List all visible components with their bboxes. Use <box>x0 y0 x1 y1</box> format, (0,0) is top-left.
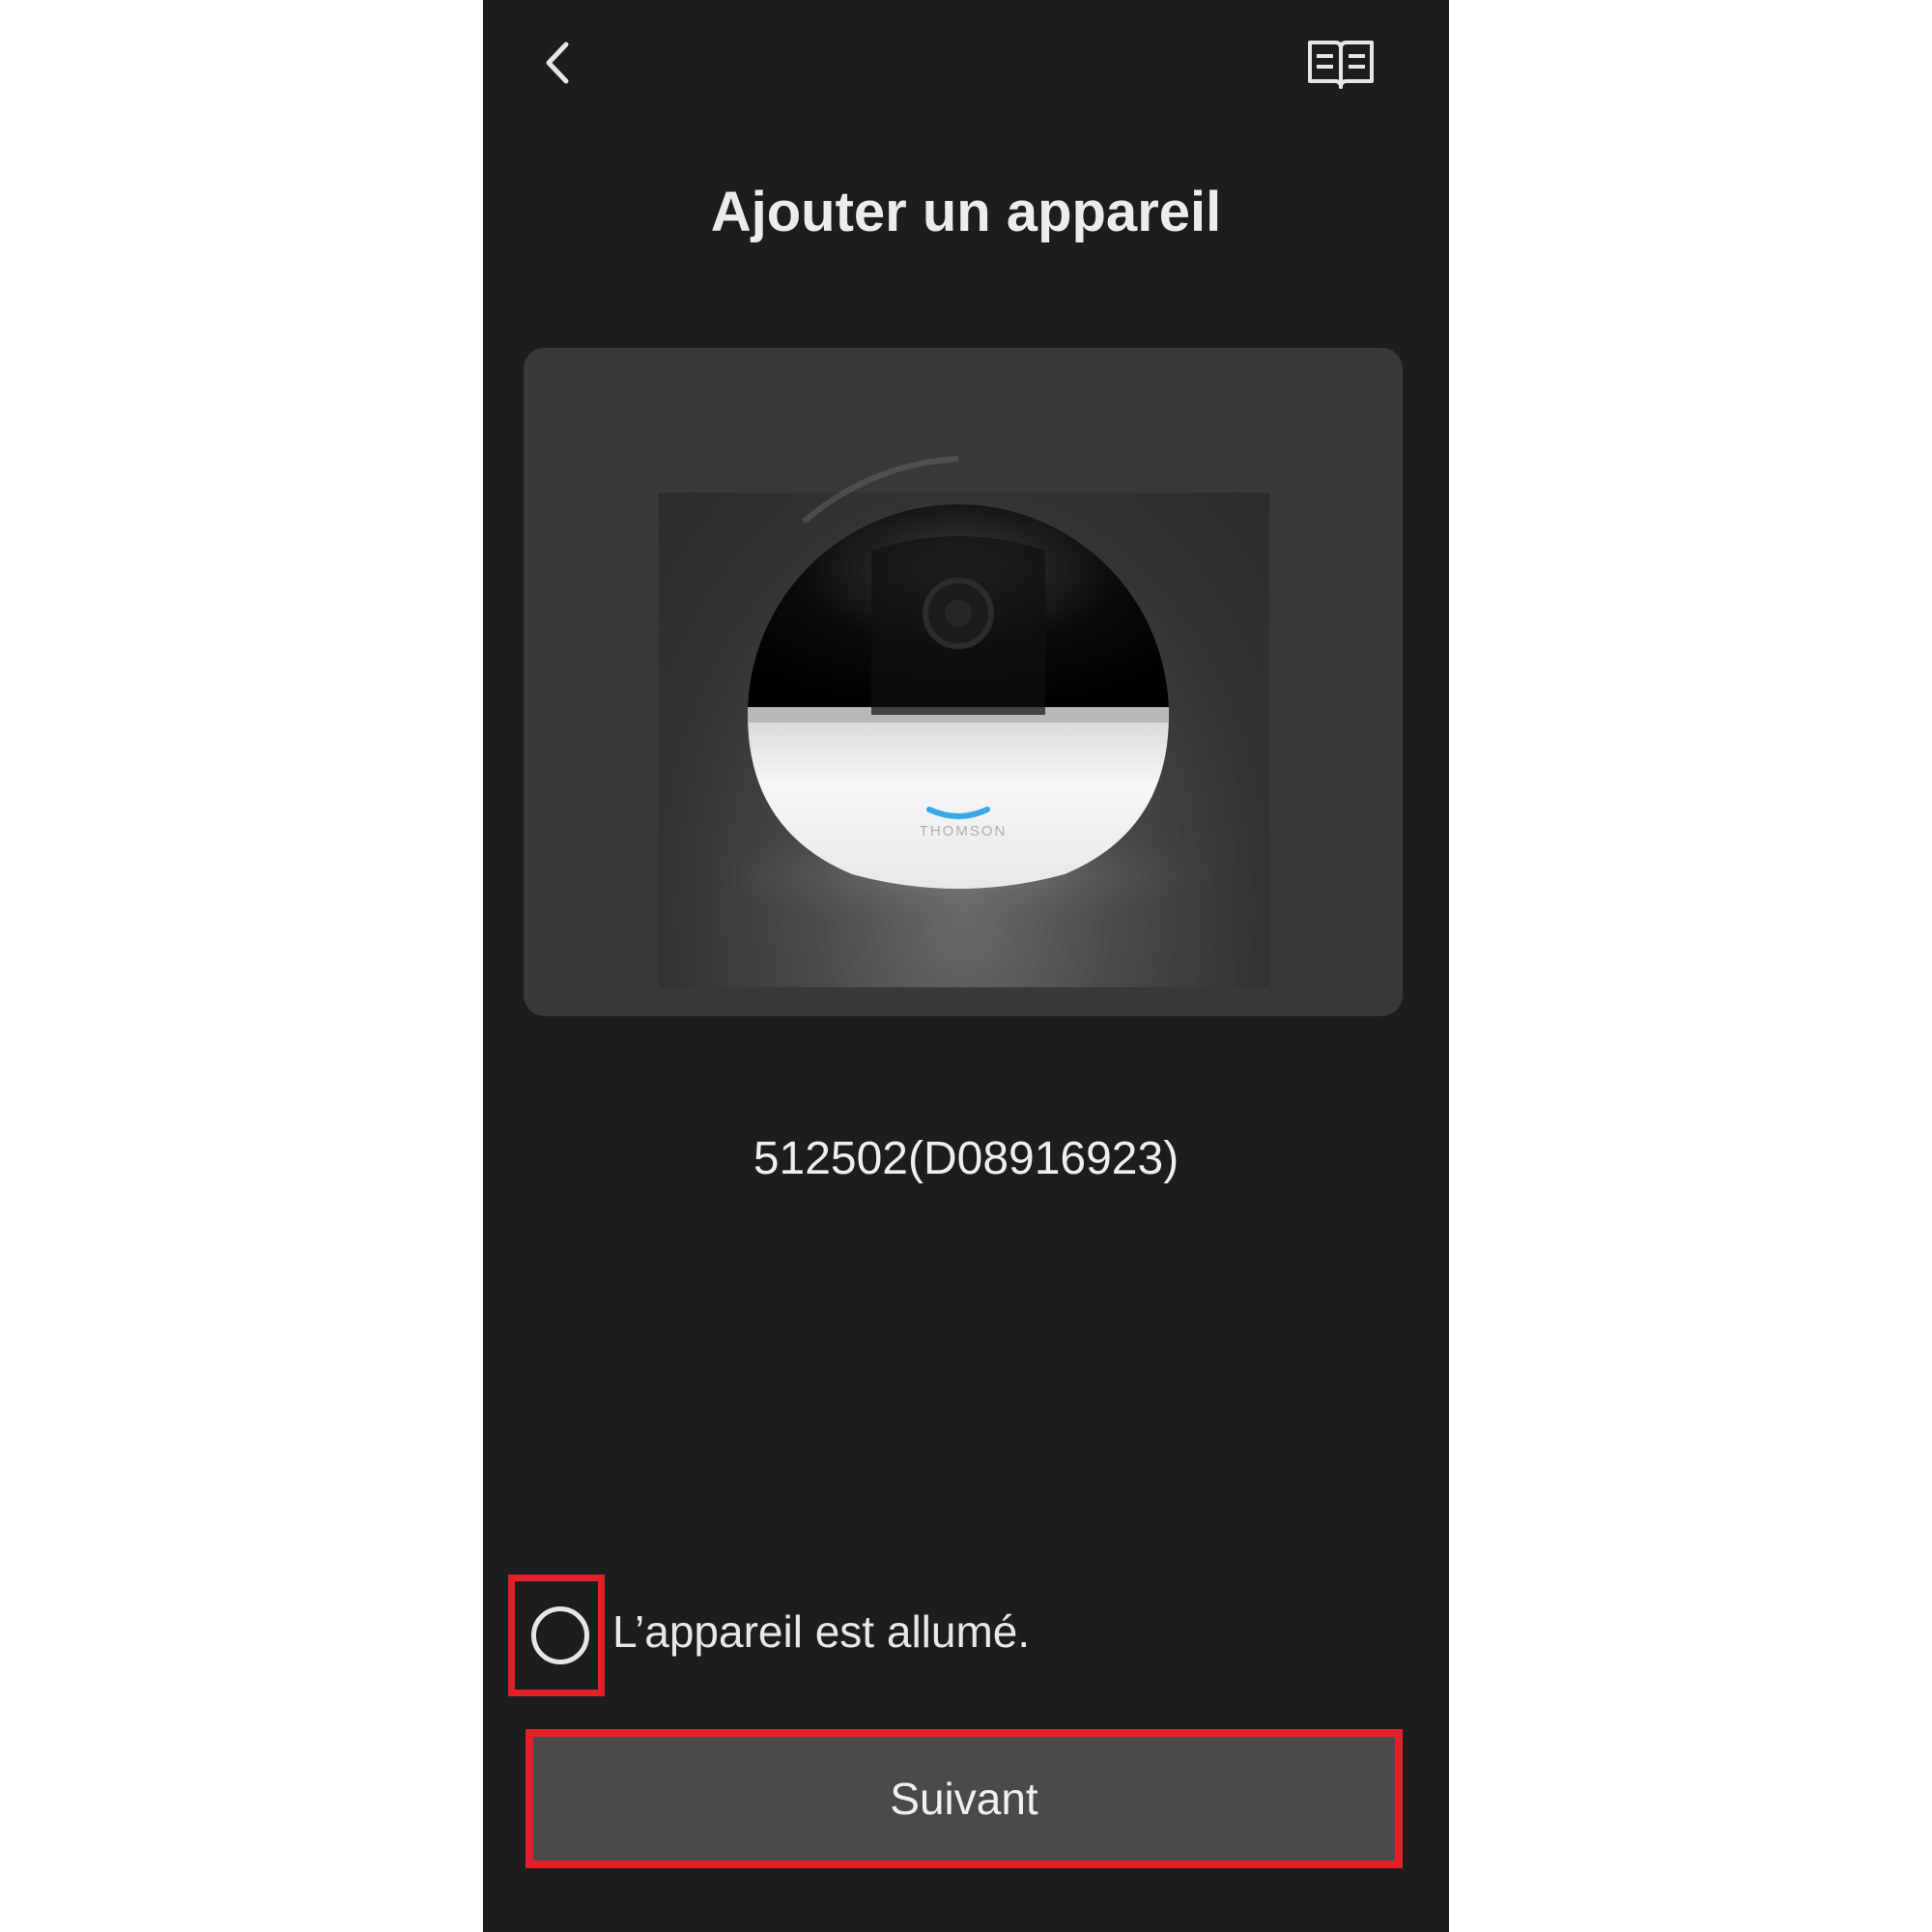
page-title: Ajouter un appareil <box>710 181 1222 243</box>
app-screen: Ajouter un appareil THOMSON 512502(D0891… <box>483 0 1449 1932</box>
next-button-label: Suivant <box>890 1774 1038 1824</box>
device-image-card: THOMSON <box>524 348 1403 1016</box>
manual-book-icon[interactable] <box>1306 35 1376 93</box>
device-on-radio[interactable] <box>531 1606 589 1664</box>
camera-brand-logo: THOMSON <box>919 823 1008 839</box>
device-model-serial: 512502(D08916923) <box>753 1133 1179 1184</box>
dome-camera-icon <box>707 456 1209 927</box>
next-button[interactable]: Suivant <box>526 1729 1403 1868</box>
device-on-label[interactable]: L’appareil est allumé. <box>612 1605 1030 1658</box>
back-chevron-icon[interactable] <box>539 39 578 87</box>
